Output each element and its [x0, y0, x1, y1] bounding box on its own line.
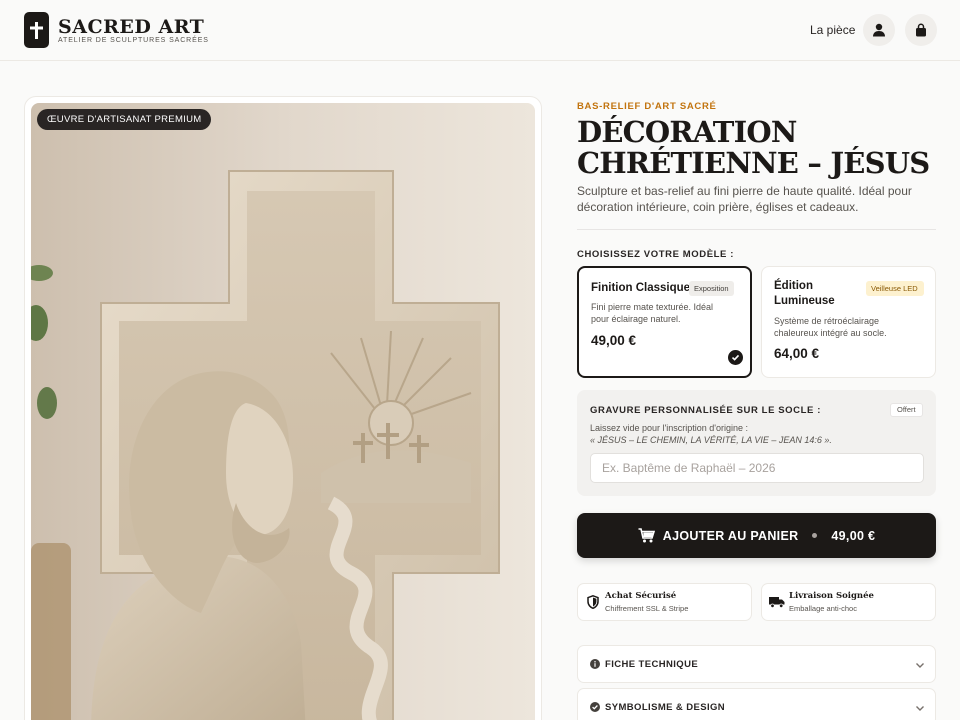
engraving-hint-quote: « JÉSUS – LE CHEMIN, LA VÉRITÉ, LA VIE –…: [590, 435, 832, 445]
add-to-cart-label: AJOUTER AU PANIER: [662, 528, 799, 543]
shield-icon: [585, 594, 601, 610]
brand-tagline: ATELIER DE SCULPTURES SACRÉES: [58, 37, 209, 44]
trust-subtitle: Emballage anti-choc: [789, 604, 857, 613]
engraving-input[interactable]: [590, 453, 924, 483]
product-eyebrow: BAS-RELIEF D'ART SACRÉ: [577, 101, 717, 112]
check-circle-icon: [589, 701, 601, 713]
info-icon: [589, 658, 601, 670]
logo-cross-icon[interactable]: [24, 12, 49, 48]
option-description: Système de rétroéclairage chaleureux int…: [774, 316, 887, 338]
accordion-symbolisme-design[interactable]: SYMBOLISME & DESIGN: [577, 688, 936, 720]
product-description: Sculpture et bas-relief au fini pierre d…: [577, 184, 912, 214]
trust-subtitle: Chiffrement SSL & Stripe: [605, 604, 689, 613]
model-select-label: CHOISISSEZ VOTRE MODÈLE :: [577, 249, 734, 260]
model-option-classique[interactable]: Finition Classique Exposition Fini pierr…: [577, 266, 752, 378]
site-header: SACRED ART ATELIER DE SCULPTURES SACRÉES…: [0, 0, 960, 61]
accordion-label: SYMBOLISME & DESIGN: [605, 702, 726, 713]
premium-badge: ŒUVRE D'ARTISANAT PREMIUM: [37, 109, 212, 130]
trust-title: Livraison Soignée: [789, 591, 874, 601]
option-tag: Veilleuse LED: [866, 281, 924, 296]
option-tag: Exposition: [689, 281, 734, 296]
trust-secure-payment: Achat Sécurisé Chiffrement SSL & Stripe: [577, 583, 752, 621]
truck-icon: [769, 594, 785, 610]
engraving-title: GRAVURE PERSONNALISÉE SUR LE SOCLE :: [590, 405, 821, 416]
engraving-hint: Laissez vide pour l'inscription d'origin…: [590, 422, 920, 446]
engraving-free-badge: Offert: [890, 403, 923, 417]
accordion-label: FICHE TECHNIQUE: [605, 659, 699, 670]
trust-title: Achat Sécurisé: [605, 591, 677, 601]
product-image[interactable]: [31, 103, 535, 720]
cart-bag-button[interactable]: [905, 14, 937, 46]
option-name: Édition Lumineuse: [774, 280, 835, 307]
nav-link-la-piece[interactable]: La pièce: [810, 23, 855, 37]
separator-dot: [812, 533, 818, 538]
product-title: DÉCORATION CHRÉTIENNE – JÉSUS: [577, 115, 930, 180]
bag-icon: [916, 23, 926, 37]
accordion-fiche-technique[interactable]: FICHE TECHNIQUE: [577, 645, 936, 683]
model-option-lumineuse[interactable]: Édition Lumineuse Veilleuse LED Système …: [761, 266, 936, 378]
chevron-down-icon: [914, 701, 926, 713]
option-description: Fini pierre mate texturée. Idéal pour éc…: [591, 302, 714, 324]
engraving-panel: GRAVURE PERSONNALISÉE SUR LE SOCLE : Off…: [577, 390, 936, 496]
option-price: 64,00 €: [774, 346, 820, 361]
divider: [577, 229, 936, 230]
brand-name[interactable]: SACRED ART: [58, 16, 204, 38]
option-price: 49,00 €: [591, 333, 637, 348]
selected-check-icon: [728, 350, 743, 365]
add-to-cart-button[interactable]: AJOUTER AU PANIER 49,00 €: [577, 513, 936, 558]
trust-shipping: Livraison Soignée Emballage anti-choc: [761, 583, 936, 621]
cart-icon: [638, 528, 655, 543]
account-button[interactable]: [863, 14, 895, 46]
option-name: Finition Classique: [591, 282, 691, 294]
engraving-hint-line: Laissez vide pour l'inscription d'origin…: [590, 423, 749, 433]
chevron-down-icon: [914, 658, 926, 670]
add-to-cart-price: 49,00 €: [831, 528, 876, 543]
user-icon: [873, 23, 885, 37]
